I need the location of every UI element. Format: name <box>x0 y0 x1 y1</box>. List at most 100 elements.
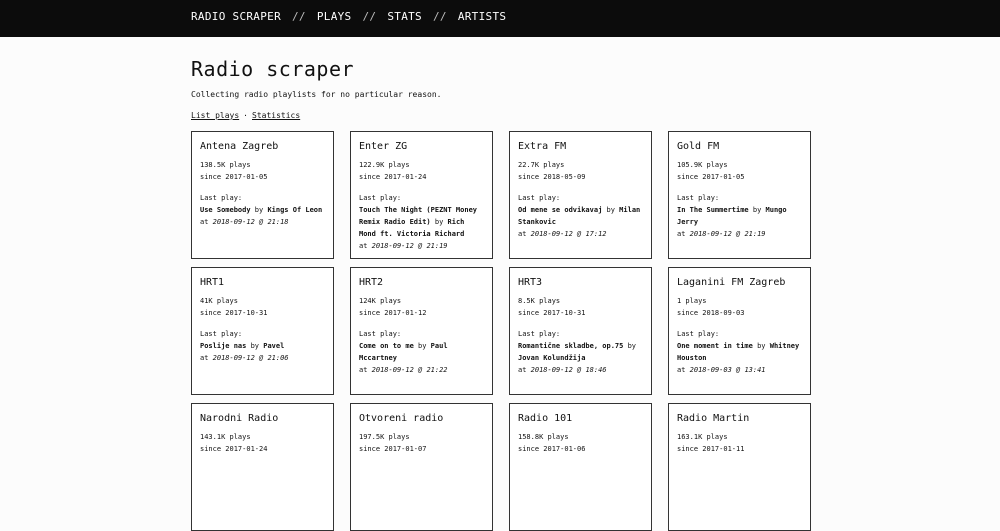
last-play-time: at 2018-09-12 @ 18:46 <box>518 364 643 376</box>
last-play-time: at 2018-09-03 @ 13:41 <box>677 364 802 376</box>
last-play-label: Last play: <box>359 330 402 338</box>
nav-artists[interactable]: ARTISTS <box>458 10 506 23</box>
station-card[interactable]: HRT1 41K plays since 2017-10-31 Last pla… <box>191 267 334 395</box>
song-title: Od mene se odvikavaj <box>518 206 603 214</box>
station-since: since 2018-05-09 <box>518 173 586 181</box>
station-name: Gold FM <box>677 141 720 152</box>
station-card[interactable]: Extra FM 22.7K plays since 2018-05-09 La… <box>509 131 652 259</box>
list-plays-link[interactable]: List plays <box>191 111 239 120</box>
nav-stats[interactable]: STATS <box>387 10 422 23</box>
station-name: Narodni Radio <box>200 413 279 424</box>
by-word: by <box>752 206 762 214</box>
station-card[interactable]: Narodni Radio 143.1K plays since 2017-01… <box>191 403 334 531</box>
song-title: Poslije nas <box>200 342 247 350</box>
station-since: since 2017-01-11 <box>677 445 745 453</box>
at-word: at <box>200 354 209 362</box>
last-play-track: Touch The Night (PEZNT Money Remix Radio… <box>359 204 484 240</box>
station-plays: 22.7K plays <box>518 161 565 169</box>
nav-plays[interactable]: PLAYS <box>317 10 352 23</box>
play-timestamp: 2018-09-12 @ 18:46 <box>530 366 607 374</box>
at-word: at <box>518 366 527 374</box>
last-play-track: Use Somebody by Kings Of Leon <box>200 204 325 216</box>
at-word: at <box>677 366 686 374</box>
station-since: since 2017-10-31 <box>518 309 586 317</box>
play-timestamp: 2018-09-03 @ 13:41 <box>689 366 766 374</box>
by-word: by <box>627 342 637 350</box>
play-timestamp: 2018-09-12 @ 17:12 <box>530 230 607 238</box>
station-card[interactable]: HRT2 124K plays since 2017-01-12 Last pl… <box>350 267 493 395</box>
last-play-label: Last play: <box>518 194 561 202</box>
last-play-time: at 2018-09-12 @ 21:06 <box>200 352 325 364</box>
station-name: Enter ZG <box>359 141 408 152</box>
station-card[interactable]: Radio Martin 163.1K plays since 2017-01-… <box>668 403 811 531</box>
nav-radio-scraper[interactable]: RADIO SCRAPER <box>191 10 281 23</box>
station-plays: 122.9K plays <box>359 161 410 169</box>
by-word: by <box>757 342 766 350</box>
last-play-label: Last play: <box>677 194 720 202</box>
by-word: by <box>434 218 444 226</box>
last-play-track: Poslije nas by Pavel <box>200 340 325 352</box>
station-since: since 2017-01-05 <box>200 173 268 181</box>
station-card[interactable]: HRT3 8.5K plays since 2017-10-31 Last pl… <box>509 267 652 395</box>
last-play-track: Come on to me by Paul Mccartney <box>359 340 484 364</box>
last-play-label: Last play: <box>200 194 243 202</box>
by-word: by <box>606 206 615 214</box>
by-word: by <box>254 206 264 214</box>
station-name: Radio 101 <box>518 413 573 424</box>
song-title: In The Summertime <box>677 206 749 214</box>
artist-name: Pavel <box>263 342 285 350</box>
last-play-track: One moment in time by Whitney Houston <box>677 340 802 364</box>
link-separator: · <box>243 111 248 120</box>
station-plays: 8.5K plays <box>518 297 561 305</box>
station-since: since 2017-01-06 <box>518 445 586 453</box>
at-word: at <box>677 230 686 238</box>
station-plays: 163.1K plays <box>677 433 728 441</box>
last-play-track: Od mene se odvikavaj by Milan Stankovic <box>518 204 643 228</box>
station-name: Extra FM <box>518 141 567 152</box>
station-grid: Antena Zagreb 138.5K plays since 2017-01… <box>191 131 811 531</box>
last-play-time: at 2018-09-12 @ 21:19 <box>359 240 484 252</box>
station-card[interactable]: Gold FM 105.9K plays since 2017-01-05 La… <box>668 131 811 259</box>
station-since: since 2017-01-07 <box>359 445 427 453</box>
song-title: Use Somebody <box>200 206 251 214</box>
station-since: since 2017-01-05 <box>677 173 745 181</box>
song-title: Come on to me <box>359 342 414 350</box>
at-word: at <box>359 242 368 250</box>
top-navigation-bar: RADIO SCRAPER // PLAYS // STATS // ARTISTS <box>0 0 1000 37</box>
last-play-time: at 2018-09-12 @ 21:18 <box>200 216 325 228</box>
by-word: by <box>418 342 427 350</box>
artist-name: Jovan Kolundžija <box>518 354 586 362</box>
last-play-track: Romantične skladbe, op.75 by Jovan Kolun… <box>518 340 643 364</box>
nav-separator: // <box>292 10 306 23</box>
station-name: Radio Martin <box>677 413 750 424</box>
last-play-time: at 2018-09-12 @ 21:19 <box>677 228 802 240</box>
nav-separator: // <box>362 10 377 23</box>
song-title: One moment in time <box>677 342 753 350</box>
station-plays: 138.5K plays <box>200 161 251 169</box>
song-title: Romantične skladbe, op.75 <box>518 342 624 350</box>
station-plays: 124K plays <box>359 297 402 305</box>
play-timestamp: 2018-09-12 @ 21:19 <box>689 230 766 238</box>
station-since: since 2017-10-31 <box>200 309 268 317</box>
last-play-time: at 2018-09-12 @ 21:22 <box>359 364 484 376</box>
at-word: at <box>518 230 527 238</box>
station-card[interactable]: Radio 101 158.8K plays since 2017-01-06 <box>509 403 652 531</box>
station-card[interactable]: Otvoreni radio 197.5K plays since 2017-0… <box>350 403 493 531</box>
last-play-time: at 2018-09-12 @ 17:12 <box>518 228 643 240</box>
page-tagline: Collecting radio playlists for no partic… <box>191 90 442 99</box>
station-plays: 143.1K plays <box>200 433 251 441</box>
station-card[interactable]: Enter ZG 122.9K plays since 2017-01-24 L… <box>350 131 493 259</box>
station-since: since 2017-01-24 <box>200 445 268 453</box>
station-name: HRT1 <box>200 277 225 288</box>
station-card[interactable]: Antena Zagreb 138.5K plays since 2017-01… <box>191 131 334 259</box>
station-since: since 2017-01-24 <box>359 173 427 181</box>
last-play-label: Last play: <box>518 330 561 338</box>
station-name: HRT2 <box>359 277 384 288</box>
station-since: since 2018-09-03 <box>677 309 745 317</box>
station-name: HRT3 <box>518 277 543 288</box>
statistics-link[interactable]: Statistics <box>252 111 300 120</box>
station-plays: 197.5K plays <box>359 433 410 441</box>
station-name: Otvoreni radio <box>359 413 444 424</box>
top-nav: RADIO SCRAPER // PLAYS // STATS // ARTISTS <box>191 10 506 23</box>
station-card[interactable]: Laganini FM Zagreb 1 plays since 2018-09… <box>668 267 811 395</box>
